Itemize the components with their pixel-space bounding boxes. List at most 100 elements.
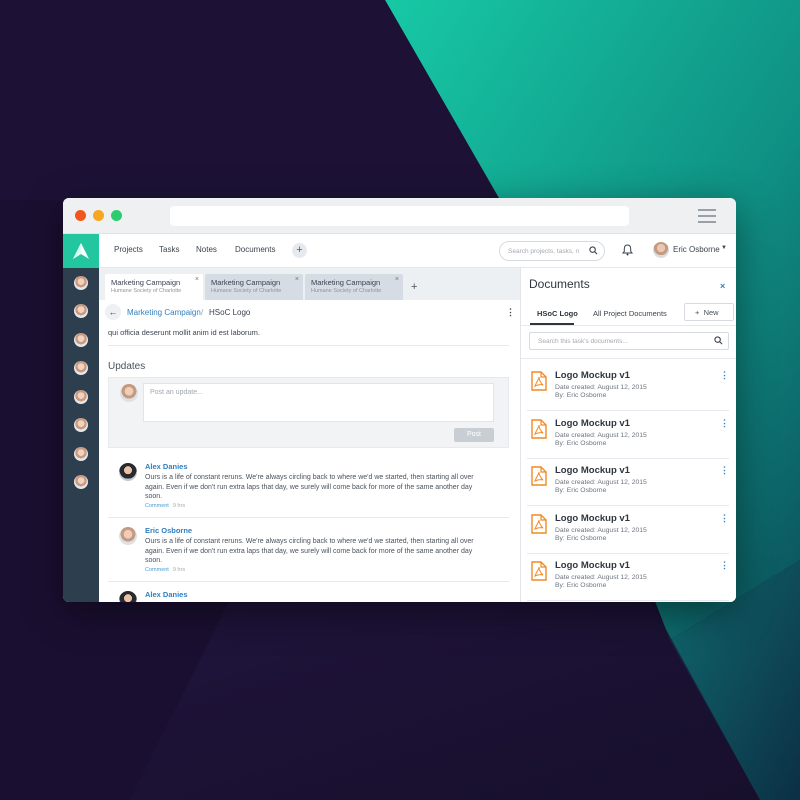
avatar (120, 384, 138, 402)
sidebar-avatar[interactable] (74, 361, 88, 375)
update-item: Alex Danies Ours is a life of constant r… (108, 454, 509, 518)
documents-panel: Documents × HSoC Logo All Project Docume… (520, 268, 736, 602)
close-icon[interactable]: × (395, 276, 399, 283)
document-name[interactable]: Logo Mockup v1 (555, 513, 630, 524)
sidebar-avatar[interactable] (74, 390, 88, 404)
document-name[interactable]: Logo Mockup v1 (555, 560, 630, 571)
documents-search-placeholder: Search this task's documents... (538, 338, 628, 345)
close-icon[interactable]: × (195, 276, 199, 283)
post-button[interactable]: Post (454, 428, 494, 442)
update-item: Alex Danies (108, 582, 509, 602)
document-date: Date created: August 12, 2015 (555, 384, 647, 391)
new-document-button[interactable]: + New (684, 303, 734, 321)
more-options-icon[interactable]: ⋮ (506, 307, 515, 318)
nav-projects[interactable]: Projects (114, 245, 143, 254)
global-search-input[interactable]: Search projects, tasks, n (499, 241, 605, 261)
tab-subtitle: Humane Society of Charlotte (111, 288, 182, 294)
document-name[interactable]: Logo Mockup v1 (555, 370, 630, 381)
left-sidebar (63, 268, 99, 602)
sidebar-avatar[interactable] (74, 333, 88, 347)
update-item: Eric Osborne Ours is a life of constant … (108, 518, 509, 582)
document-item[interactable]: Logo Mockup v1 Date created: August 12, … (527, 458, 729, 506)
close-icon[interactable]: × (720, 281, 725, 291)
document-name[interactable]: Logo Mockup v1 (555, 418, 630, 429)
user-name[interactable]: Eric Osborne (673, 245, 720, 254)
update-text: Ours is a life of constant reruns. We're… (145, 474, 474, 500)
bell-icon[interactable] (622, 244, 633, 256)
maximize-window-button[interactable] (111, 210, 122, 221)
document-author: By: Eric Osborne (555, 487, 607, 494)
post-update-input[interactable]: Post an update... (143, 383, 494, 422)
update-author[interactable]: Alex Danies (145, 590, 188, 599)
tab-subtitle: Humane Society of Charlotte (311, 288, 382, 294)
more-options-icon[interactable]: ⋮ (720, 465, 729, 476)
more-options-icon[interactable]: ⋮ (720, 560, 729, 571)
close-window-button[interactable] (75, 210, 86, 221)
document-item[interactable]: Logo Mockup v1 Date created: August 12, … (527, 506, 729, 554)
project-tab[interactable]: Marketing Campaign Humane Society of Cha… (205, 274, 303, 300)
add-tab-button[interactable]: + (411, 281, 417, 293)
update-meta: Comment 9 hrs (145, 567, 185, 573)
nav-documents[interactable]: Documents (235, 245, 275, 254)
breadcrumb: ← Marketing Campaign / HSoC Logo ⋮ (99, 300, 520, 324)
search-icon (589, 246, 598, 255)
tab-hsoc-logo[interactable]: HSoC Logo (537, 309, 578, 318)
project-tab[interactable]: Marketing Campaign Humane Society of Cha… (305, 274, 403, 300)
nav-add-button[interactable]: + (292, 243, 307, 258)
user-avatar[interactable] (653, 242, 669, 258)
more-options-icon[interactable]: ⋮ (720, 418, 729, 429)
document-date: Date created: August 12, 2015 (555, 527, 647, 534)
avatar[interactable] (119, 463, 137, 481)
pdf-file-icon (531, 466, 547, 486)
tab-title: Marketing Campaign (311, 278, 381, 287)
address-bar[interactable] (170, 206, 629, 226)
divider (108, 345, 509, 346)
logo-icon[interactable] (63, 234, 99, 268)
avatar[interactable] (119, 527, 137, 545)
back-arrow-icon[interactable]: ← (105, 304, 121, 320)
avatar[interactable] (119, 591, 137, 602)
documents-search-input[interactable]: Search this task's documents... (529, 332, 729, 350)
task-description-tail: qui officia deserunt mollit anim id est … (108, 328, 261, 337)
breadcrumb-parent[interactable]: Marketing Campaign (127, 308, 201, 317)
more-options-icon[interactable]: ⋮ (720, 370, 729, 381)
comment-link[interactable]: Comment (145, 503, 169, 509)
update-author[interactable]: Eric Osborne (145, 526, 192, 535)
nav-tasks[interactable]: Tasks (159, 245, 179, 254)
tab-title: Marketing Campaign (211, 278, 281, 287)
document-author: By: Eric Osborne (555, 582, 607, 589)
document-date: Date created: August 12, 2015 (555, 479, 647, 486)
pdf-file-icon (531, 419, 547, 439)
update-time: 9 hrs (172, 503, 186, 509)
more-options-icon[interactable]: ⋮ (720, 513, 729, 524)
document-name[interactable]: Logo Mockup v1 (555, 465, 630, 476)
new-button-label: New (703, 308, 719, 317)
app-window: Projects Tasks Notes Documents + Search … (63, 198, 736, 602)
document-item[interactable]: Logo Mockup v1 Date created: August 12, … (527, 411, 729, 459)
update-author[interactable]: Alex Danies (145, 462, 188, 471)
sidebar-avatar[interactable] (74, 418, 88, 432)
document-item[interactable]: Logo Mockup v1 Date created: August 12, … (527, 553, 729, 601)
document-item[interactable]: Logo Mockup v1 Date created: August 12, … (527, 363, 729, 411)
close-icon[interactable]: × (295, 276, 299, 283)
comment-link[interactable]: Comment (145, 567, 169, 573)
nav-notes[interactable]: Notes (196, 245, 217, 254)
tab-all-project-documents[interactable]: All Project Documents (593, 309, 667, 318)
top-navigation: Projects Tasks Notes Documents + Search … (63, 234, 736, 268)
search-icon (714, 336, 723, 345)
sidebar-avatar[interactable] (74, 304, 88, 318)
global-search-placeholder: Search projects, tasks, n (508, 248, 580, 255)
hamburger-menu-icon[interactable] (698, 209, 716, 223)
sidebar-avatar[interactable] (74, 276, 88, 290)
updates-heading: Updates (108, 361, 146, 372)
task-main-content: qui officia deserunt mollit anim id est … (99, 324, 520, 602)
sidebar-avatar[interactable] (74, 475, 88, 489)
pdf-file-icon (531, 514, 547, 534)
chevron-down-icon[interactable]: ▼ (721, 245, 727, 251)
sidebar-avatar[interactable] (74, 447, 88, 461)
update-meta: Comment 9 hrs (145, 503, 185, 509)
document-author: By: Eric Osborne (555, 440, 607, 447)
breadcrumb-separator: / (201, 308, 204, 317)
project-tab[interactable]: Marketing Campaign Humane Society of Cha… (105, 274, 203, 300)
minimize-window-button[interactable] (93, 210, 104, 221)
